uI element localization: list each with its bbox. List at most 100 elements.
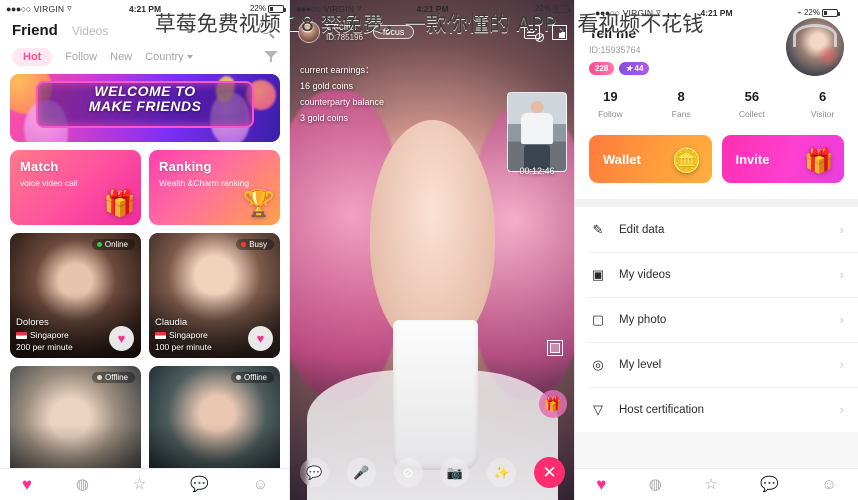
wallet-button-label: Wallet [603, 151, 641, 167]
status-bar-time: 4:21 PM [128, 3, 162, 14]
banner-line-2: MAKE FRIENDS [88, 98, 202, 114]
left-header: Friend Videos [0, 17, 290, 42]
like-heart-icon[interactable]: ♥ [248, 326, 273, 351]
call-timer: 00:12:46 [519, 166, 555, 176]
coins-icon: 🪙 [671, 148, 702, 175]
profile-card-meta: Dolores Singapore 200 per minute [16, 317, 73, 353]
ranking-tile[interactable]: Ranking Wealth &Charm ranking 🏆 [149, 150, 280, 225]
nav-profile-icon[interactable]: ☺ [253, 477, 268, 492]
chevron-right-icon: › [839, 222, 844, 237]
invite-button[interactable]: Invite 🎁 [721, 135, 844, 183]
feature-tiles: Match voice video call 🎁 Ranking Wealth … [10, 150, 280, 225]
filter-tabs: Hot Follow New Country [0, 42, 290, 74]
nav-star-icon[interactable]: ☆ [704, 477, 717, 492]
avatar[interactable] [298, 21, 320, 43]
filter-tab-follow[interactable]: Follow [65, 51, 97, 63]
menu-item-my-photo[interactable]: ▢ My photo › [575, 297, 858, 342]
stat-collect[interactable]: 56 Collect [717, 89, 788, 119]
camera-off-icon[interactable]: ⊘ [393, 458, 423, 487]
stat-visitor-label: Visitor [810, 109, 835, 119]
profile-actions: Wallet 🪙 Invite 🎁 [575, 135, 858, 199]
block-message-icon[interactable] [524, 25, 544, 42]
status-bar-time: 4:21 PM [416, 3, 449, 14]
chat-icon[interactable]: 💬 [300, 458, 329, 487]
ranking-tile-title: Ranking [159, 159, 212, 174]
trophy-icon: 🏆 [242, 188, 275, 218]
current-earnings-value: 16 gold coins [300, 81, 354, 91]
search-icon[interactable] [259, 21, 278, 40]
welcome-banner[interactable]: WELCOME TO MAKE FRIENDS [10, 74, 280, 142]
section-divider [575, 199, 858, 207]
profile-card[interactable]: Busy Claudia Singapore 100 per minute ♥ [149, 233, 280, 358]
left-content: WELCOME TO MAKE FRIENDS Match voice vide… [0, 74, 290, 491]
profile-country: Singapore [30, 330, 69, 340]
status-badge: Offline [92, 372, 135, 383]
status-badge-label: Offline [105, 373, 128, 382]
flag-icon [16, 331, 27, 339]
match-tile[interactable]: Match voice video call 🎁 [10, 150, 141, 225]
effects-icon[interactable]: ✨ [487, 458, 517, 487]
end-call-icon[interactable]: ✕ [533, 457, 565, 488]
menu-item-edit-data[interactable]: ✎ Edit data › [575, 207, 858, 252]
filter-tab-new[interactable]: New [110, 51, 132, 63]
tab-friend[interactable]: Friend [12, 22, 58, 39]
mic-off-icon[interactable]: 🎤 [346, 458, 376, 487]
pencil-icon: ✎ [592, 221, 604, 237]
nav-heart-icon[interactable]: ♥ [22, 476, 32, 493]
menu-item-my-videos[interactable]: ▣ My videos › [575, 252, 858, 297]
avatar[interactable] [786, 18, 844, 76]
profile-card-grid: Online Dolores Singapore 200 per minute … [10, 233, 280, 491]
star-icon: ★ [625, 64, 633, 73]
profile-card[interactable]: Online Dolores Singapore 200 per minute … [10, 233, 141, 358]
nav-star-icon[interactable]: ☆ [133, 477, 146, 492]
stat-follow[interactable]: 19 Follow [575, 89, 646, 119]
status-badge: Busy [236, 239, 274, 250]
status-badge-label: Online [104, 240, 128, 249]
profile-price: 200 per minute [16, 342, 73, 352]
chevron-right-icon: › [839, 312, 844, 327]
like-heart-icon[interactable]: ♥ [109, 326, 134, 351]
chevron-right-icon: › [839, 402, 844, 417]
gift-icon[interactable]: 🎁 [539, 390, 567, 418]
stat-fans-value: 8 [677, 89, 685, 104]
filter-icon[interactable] [264, 51, 278, 63]
minimize-icon[interactable] [552, 24, 567, 40]
nav-compass-icon[interactable]: ◍ [76, 477, 89, 492]
self-video-preview[interactable] [507, 92, 567, 172]
stat-collect-value: 56 [744, 89, 760, 104]
status-bar-right: ●●●○○ VIRGIN ▿ 4:21 PM ⌁ 22% [589, 4, 844, 21]
left-phone-screen: ●●●○○ VIRGIN ▿ 4:21 PM 22% Friend Videos… [0, 0, 290, 500]
gift-box-icon: 🎁 [103, 188, 136, 218]
menu-item-my-level[interactable]: ◎ My level › [575, 342, 858, 387]
filter-tab-country[interactable]: Country [145, 51, 193, 63]
nav-message-icon[interactable]: 💬 [760, 477, 779, 492]
tab-videos[interactable]: Videos [72, 24, 108, 38]
banner-line-1: WELCOME TO [94, 83, 196, 99]
gallery-icon[interactable] [547, 340, 563, 356]
profile-country: Singapore [169, 330, 208, 340]
menu-item-label: Edit data [619, 223, 665, 236]
middle-phone-screen: ●●●○○ VIRGIN ▿ 4:21 PM 22% Cecilia ID:78… [290, 0, 575, 500]
nav-heart-icon[interactable]: ♥ [596, 476, 606, 493]
battery-icon [268, 4, 286, 13]
status-badge-label: Busy [249, 240, 267, 249]
certification-icon: ▽ [593, 401, 603, 417]
call-top-icons [524, 24, 567, 42]
profile-name: Dolores [16, 317, 49, 328]
profile-menu: ✎ Edit data › ▣ My videos › ▢ My photo ›… [575, 207, 858, 432]
stat-fans[interactable]: 8 Fans [646, 89, 717, 119]
focus-button[interactable]: focus [372, 25, 415, 39]
filter-tab-hot[interactable]: Hot [12, 48, 53, 66]
menu-item-host-certification[interactable]: ▽ Host certification › [575, 387, 858, 432]
stat-visitor[interactable]: 6 Visitor [787, 89, 858, 119]
nav-message-icon[interactable]: 💬 [190, 477, 209, 492]
menu-item-label: My photo [619, 313, 667, 326]
profile-stats: 19 Follow 8 Fans 56 Collect 6 Visitor [575, 75, 858, 135]
wallet-button[interactable]: Wallet 🪙 [589, 135, 712, 183]
banner-text: WELCOME TO MAKE FRIENDS [10, 84, 280, 114]
video-icon: ▣ [591, 266, 605, 282]
camera-flip-icon[interactable]: 📷 [440, 458, 470, 487]
profile-card-meta: Claudia Singapore 100 per minute [155, 317, 212, 353]
nav-compass-icon[interactable]: ◍ [649, 477, 662, 492]
nav-profile-icon[interactable]: ☺ [821, 477, 836, 492]
